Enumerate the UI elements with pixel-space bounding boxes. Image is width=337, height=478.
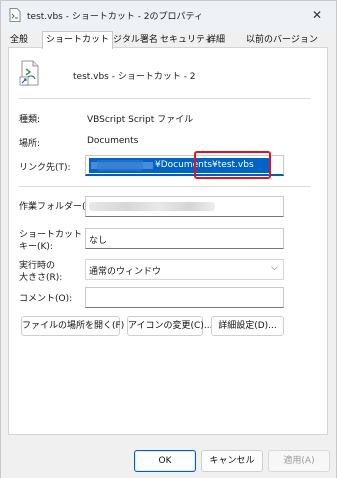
open-file-location-button[interactable]: ファイルの場所を開く(F) bbox=[21, 316, 124, 336]
redacted-path-overlay bbox=[97, 160, 143, 171]
change-icon-button[interactable]: アイコンの変更(C)... bbox=[127, 316, 212, 336]
target-label: リンク先(T): bbox=[19, 163, 71, 173]
run-label-line2: 大きさ(R): bbox=[19, 273, 63, 283]
hotkey-label-line2: キー(K): bbox=[19, 242, 53, 252]
tab-shortcut[interactable]: ショートカット bbox=[42, 31, 114, 49]
hotkey-input[interactable]: なし bbox=[85, 228, 284, 249]
tab-details[interactable]: 詳細 bbox=[204, 34, 228, 47]
location-label: 場所: bbox=[19, 139, 41, 149]
advanced-button[interactable]: 詳細設定(D)... bbox=[211, 316, 284, 336]
dialog-footer: OK キャンセル 適用(A) bbox=[1, 435, 336, 478]
cancel-button[interactable]: キャンセル bbox=[201, 450, 263, 472]
highlight-annotation bbox=[194, 151, 271, 179]
shortcut-file-icon bbox=[19, 60, 39, 86]
comment-input[interactable] bbox=[85, 287, 284, 308]
type-value: VBScript Script ファイル bbox=[87, 115, 194, 125]
hotkey-value: なし bbox=[89, 236, 108, 246]
location-value: Documents bbox=[87, 136, 139, 146]
window-title: test.vbs - ショートカット - 2のプロパティ bbox=[27, 12, 203, 22]
tab-general[interactable]: 全般 bbox=[7, 34, 31, 47]
redacted-folder-path bbox=[89, 202, 215, 211]
title-bar[interactable]: test.vbs - ショートカット - 2のプロパティ ✕ bbox=[1, 1, 336, 31]
apply-button[interactable]: 適用(A) bbox=[268, 450, 330, 472]
start-in-input[interactable] bbox=[85, 196, 284, 217]
run-size-value: 通常のウィンドウ bbox=[89, 267, 162, 277]
close-button[interactable]: ✕ bbox=[306, 4, 328, 26]
tab-previous-versions[interactable]: 以前のバージョン bbox=[243, 34, 321, 47]
properties-dialog: test.vbs - ショートカット - 2のプロパティ ✕ 全般 ショートカッ… bbox=[0, 0, 337, 478]
shortcut-name: test.vbs - ショートカット - 2 bbox=[73, 72, 196, 82]
ok-button[interactable]: OK bbox=[134, 450, 196, 472]
divider bbox=[19, 98, 311, 99]
comment-label: コメント(O): bbox=[19, 294, 73, 304]
chevron-down-icon: ⌵ bbox=[271, 263, 278, 273]
type-label: 種類: bbox=[19, 115, 41, 125]
divider bbox=[19, 186, 311, 187]
script-file-icon bbox=[9, 8, 21, 22]
run-size-select[interactable]: 通常のウィンドウ ⌵ bbox=[85, 259, 284, 280]
